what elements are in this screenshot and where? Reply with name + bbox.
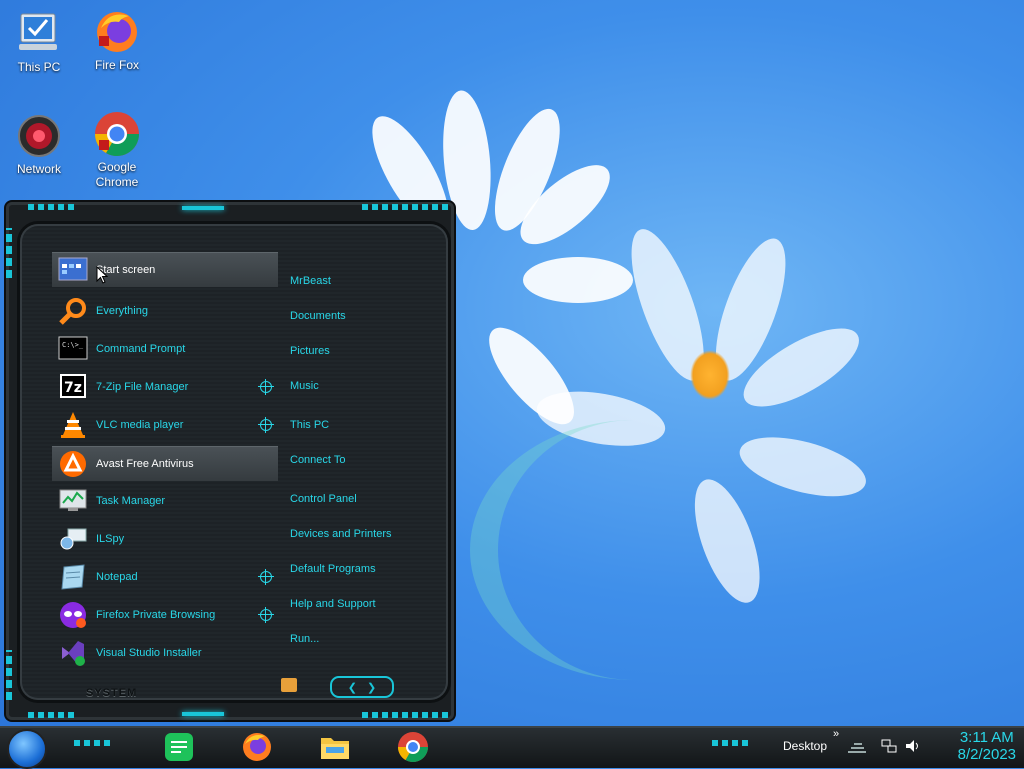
desktop-toolbar-label[interactable]: Desktop xyxy=(783,739,827,753)
link-help-support[interactable]: Help and Support xyxy=(290,598,376,610)
program-label: Visual Studio Installer xyxy=(96,647,202,659)
link-control-panel[interactable]: Control Panel xyxy=(290,493,357,505)
power-button[interactable] xyxy=(281,678,297,692)
computer-icon xyxy=(19,13,57,50)
vlc-cone-icon xyxy=(58,411,88,439)
firefox-icon xyxy=(97,12,137,52)
link-pictures[interactable]: Pictures xyxy=(290,345,330,357)
desktop-icon-label: This PC xyxy=(17,60,61,74)
sheets-icon xyxy=(165,733,193,761)
taskbar-app-file-explorer[interactable] xyxy=(318,730,352,764)
desktop-icon-network[interactable]: Network xyxy=(4,112,74,177)
program-label: Command Prompt xyxy=(96,343,186,355)
pin-icon[interactable] xyxy=(258,607,274,623)
menu-nav: ❮ ❯ xyxy=(330,676,394,698)
search-icon xyxy=(58,297,88,325)
program-item-ilspy[interactable]: ILSpy xyxy=(52,522,278,556)
network-icon xyxy=(18,115,60,157)
menu-accent xyxy=(182,712,224,716)
program-item-firefox-private[interactable]: Firefox Private Browsing xyxy=(52,598,278,632)
link-this-pc[interactable]: This PC xyxy=(290,419,329,431)
firefox-private-icon xyxy=(58,601,88,629)
program-label: ILSpy xyxy=(96,533,125,545)
avast-icon xyxy=(58,450,88,478)
taskbar-accent xyxy=(74,740,114,746)
desktop-icon-label: Google Chrome xyxy=(95,160,139,189)
program-label: Task Manager xyxy=(96,495,166,507)
program-item-everything[interactable]: Everything xyxy=(52,294,278,328)
menu-accent xyxy=(6,650,12,700)
program-item-task-manager[interactable]: Task Manager xyxy=(52,484,278,518)
volume-icon[interactable] xyxy=(904,738,922,754)
link-connect-to[interactable]: Connect To xyxy=(290,454,345,466)
firefox-icon xyxy=(243,733,271,761)
link-mrbeast[interactable]: MrBeast xyxy=(290,275,331,287)
menu-accent xyxy=(28,712,74,718)
taskbar-app-sheets[interactable] xyxy=(162,730,196,764)
program-item-command-prompt[interactable]: C:\>_ Command Prompt xyxy=(52,332,278,366)
chrome-icon xyxy=(95,112,139,156)
taskbar-app-chrome[interactable] xyxy=(396,730,430,764)
taskbar-clock[interactable]: 3:11 AM 8/2/2023 xyxy=(958,729,1016,763)
wallpaper-stem xyxy=(470,420,798,680)
svg-text:7z: 7z xyxy=(64,380,82,396)
desktop-icon-this-pc[interactable]: This PC xyxy=(4,10,74,75)
program-item-vlc[interactable]: VLC media player xyxy=(52,408,278,442)
menu-accent xyxy=(362,712,448,718)
program-label: Firefox Private Browsing xyxy=(96,609,216,621)
link-devices-printers[interactable]: Devices and Printers xyxy=(290,528,392,540)
chrome-icon xyxy=(398,732,428,763)
visual-studio-icon xyxy=(58,639,88,667)
taskbar-accent xyxy=(712,740,752,746)
link-run[interactable]: Run... xyxy=(290,633,319,645)
program-item-visual-studio-installer[interactable]: Visual Studio Installer xyxy=(52,636,278,670)
pin-icon[interactable] xyxy=(258,569,274,585)
network-tray-icon[interactable] xyxy=(880,738,898,754)
show-desktop-icon[interactable] xyxy=(846,740,868,754)
7zip-icon: 7z xyxy=(58,373,88,401)
menu-accent xyxy=(28,204,74,210)
program-label: Notepad xyxy=(96,571,138,583)
program-item-avast[interactable]: Avast Free Antivirus xyxy=(52,446,278,481)
pin-icon[interactable] xyxy=(258,379,274,395)
program-label: VLC media player xyxy=(96,419,184,431)
nav-forward-button[interactable]: ❯ xyxy=(367,681,376,694)
pin-icon[interactable] xyxy=(258,417,274,433)
link-default-programs[interactable]: Default Programs xyxy=(290,563,376,575)
taskbar-app-firefox[interactable] xyxy=(240,730,274,764)
menu-accent xyxy=(182,206,224,210)
task-manager-icon xyxy=(58,487,88,515)
clock-date: 8/2/2023 xyxy=(957,746,1016,763)
mouse-cursor-icon xyxy=(96,266,108,284)
start-orb-button[interactable] xyxy=(7,729,47,769)
program-label: Avast Free Antivirus xyxy=(96,458,194,470)
taskbar xyxy=(0,726,1024,768)
toolbar-overflow-button[interactable]: » xyxy=(833,728,839,740)
notepad-icon xyxy=(58,563,88,591)
svg-text:C:\>_: C:\>_ xyxy=(62,341,84,349)
nav-back-button[interactable]: ❮ xyxy=(348,681,357,694)
start-screen-icon xyxy=(58,256,88,284)
menu-accent xyxy=(6,228,12,278)
desktop-icon-firefox[interactable]: Fire Fox xyxy=(82,8,152,73)
file-explorer-icon xyxy=(321,738,349,759)
system-label: SYSTEM xyxy=(86,687,138,699)
program-item-start-screen[interactable]: Start screen xyxy=(52,252,278,287)
desktop-icon-chrome[interactable]: Google Chrome xyxy=(82,110,152,190)
program-label: 7-Zip File Manager xyxy=(96,381,189,393)
program-item-notepad[interactable]: Notepad xyxy=(52,560,278,594)
link-documents[interactable]: Documents xyxy=(290,310,346,322)
link-music[interactable]: Music xyxy=(290,380,319,392)
desktop-icon-label: Fire Fox xyxy=(94,58,139,72)
program-item-7zip[interactable]: 7z 7-Zip File Manager xyxy=(52,370,278,404)
clock-time: 3:11 AM xyxy=(959,729,1014,746)
desktop-icon-label: Network xyxy=(16,162,61,176)
menu-accent xyxy=(362,204,448,210)
ilspy-icon xyxy=(58,525,88,553)
terminal-icon: C:\>_ xyxy=(58,335,88,363)
program-label: Everything xyxy=(96,305,148,317)
